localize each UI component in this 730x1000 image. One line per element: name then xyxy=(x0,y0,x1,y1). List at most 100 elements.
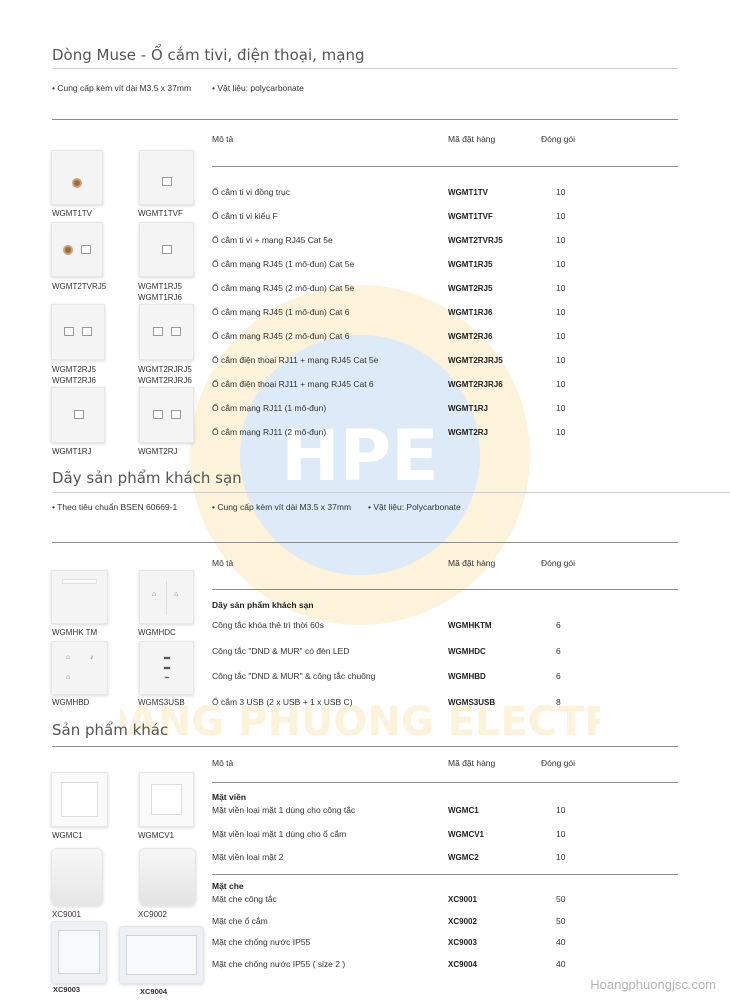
row-description: Ổ cắm mạng RJ11 (2 mô-đun) xyxy=(212,427,327,437)
row-order-code: WGMHDC xyxy=(448,646,486,656)
rj45-socket-icon xyxy=(81,245,91,254)
row-order-code: WGMHBD xyxy=(448,672,486,681)
header-order-code: Mã đặt hàng xyxy=(448,134,496,144)
frame-opening xyxy=(61,782,98,817)
row-description: Ổ cắm mạng RJ45 (2 mô-đun) Cat 6 xyxy=(212,331,350,341)
section-title-other: Sản phẩm khác xyxy=(52,721,169,739)
row-order-code: WGMHKTM xyxy=(448,621,492,630)
header-description: Mô tả xyxy=(212,134,234,144)
row-description: Ổ cắm mạng RJ11 (1 mô-đun) xyxy=(212,403,327,413)
product-image-xc9004 xyxy=(119,926,204,984)
row-description: Ổ cắm điện thoại RJ11 + mạng RJ45 Cat 6 xyxy=(212,379,374,389)
product-image-wgmc1 xyxy=(51,772,108,827)
rj45-socket-icon xyxy=(171,327,181,336)
row-packing: 40 xyxy=(556,937,566,947)
mur-icon: ⌂ xyxy=(174,591,179,598)
row-order-code: WGMT2RJ xyxy=(448,428,488,437)
header-description: Mô tả xyxy=(212,558,234,568)
row-packing: 6 xyxy=(556,620,561,630)
row-order-code: WGMT1RJ5 xyxy=(448,260,493,269)
row-packing: 10 xyxy=(556,805,566,815)
row-packing: 10 xyxy=(556,379,566,389)
header-order-code: Mã đặt hàng xyxy=(448,558,496,568)
row-description: Mặt viền loại mặt 1 dùng cho ổ cắm xyxy=(212,828,347,839)
section-title-hotel: Dãy sản phẩm khách sạn xyxy=(52,469,242,487)
product-caption: WGMHDC xyxy=(138,628,176,637)
row-description: Ổ cắm mạng RJ45 (1 mô-đun) Cat 5e xyxy=(212,259,355,269)
rj45-socket-icon xyxy=(162,245,172,254)
product-caption: WGMS3USB xyxy=(138,698,185,707)
row-packing: 40 xyxy=(556,958,566,969)
row-packing: 6 xyxy=(556,671,561,681)
row-order-code: WGMC2 xyxy=(448,853,479,862)
row-description: Ổ cắm mạng RJ45 (1 mô-đun) Cat 6 xyxy=(212,307,350,317)
coax-socket-icon xyxy=(72,178,82,188)
row-packing: 10 xyxy=(556,283,566,293)
product-image-wgmt1rj5 xyxy=(139,222,194,277)
dnd-icon: ⌂ xyxy=(152,591,157,598)
row-packing: 8 xyxy=(556,696,561,707)
group-rule xyxy=(212,874,678,875)
row-packing: 10 xyxy=(556,187,566,197)
product-image-wgmhdc: ⌂ ⌂ xyxy=(139,570,194,624)
row-description: Công tắc "DND & MUR" & công tắc chuông xyxy=(212,671,376,681)
divider xyxy=(52,68,678,69)
product-image-xc9001 xyxy=(51,848,103,906)
header-description: Mô tả xyxy=(212,758,234,768)
product-caption: WGMT2TVRJ5 xyxy=(52,282,107,291)
note: • Vật liệu: Polycarbonate xyxy=(368,502,461,512)
row-order-code: WGMC1 xyxy=(448,806,479,815)
product-image-wgmt2rjrj5 xyxy=(139,304,194,360)
product-image-wgmt1tv xyxy=(51,150,103,205)
row-description: Công tắc "DND & MUR" có đèn LED xyxy=(212,645,350,656)
row-description: Mặt viền loại mặt 1 dùng cho công tắc xyxy=(212,805,356,815)
row-packing: 10 xyxy=(556,852,566,862)
product-image-wgmt1tvf xyxy=(139,150,194,205)
usb-port-icon xyxy=(163,666,171,670)
coax-socket-icon xyxy=(63,245,73,255)
row-packing: 10 xyxy=(556,259,566,269)
card-slot-icon xyxy=(62,579,97,584)
row-description: Mặt viền loại mặt 2 xyxy=(212,852,284,862)
row-order-code: WGMT2RJRJ6 xyxy=(448,380,503,389)
header-order-code: Mã đặt hàng xyxy=(448,758,496,768)
row-packing: 10 xyxy=(556,307,566,317)
product-image-wgmt1rj xyxy=(51,387,105,443)
frame-opening xyxy=(151,784,182,815)
row-description: Ổ cắm ti vi kiểu F xyxy=(212,211,278,221)
usb-c-port-icon xyxy=(164,676,170,679)
header-rule xyxy=(212,589,678,590)
product-image-xc9003 xyxy=(51,921,107,984)
row-order-code: XC9003 xyxy=(448,938,477,947)
note: • Theo tiêu chuẩn BSEN 60669-1 xyxy=(52,502,178,512)
product-image-wgms3usb xyxy=(139,641,194,695)
product-caption: WGMT2RJ5 xyxy=(52,365,96,374)
rj11-socket-icon xyxy=(171,410,181,419)
product-caption: WGMT1RJ6 xyxy=(138,293,182,302)
header-packing: Đóng gói xyxy=(541,558,576,568)
rj11-socket-icon xyxy=(153,327,163,336)
product-caption: WGMCV1 xyxy=(138,831,174,840)
header-packing: Đóng gói xyxy=(541,758,576,768)
product-image-wgmhktm xyxy=(51,570,108,624)
product-caption: WGMT2RJ xyxy=(138,447,178,456)
row-description: Ổ cắm điện thoại RJ11 + mạng RJ45 Cat 5e xyxy=(212,355,379,365)
row-description: Mặt che chống nước IP55 xyxy=(212,937,311,947)
section-title-muse: Dòng Muse - Ổ cắm tivi, điện thoại, mạng xyxy=(52,46,365,64)
product-caption: WGMT1TV xyxy=(52,209,92,218)
group-heading: Dãy sản phẩm khách sạn xyxy=(212,600,314,610)
product-image-xc9002 xyxy=(139,848,196,906)
table-top-rule xyxy=(52,119,678,120)
header-packing: Đóng gói xyxy=(541,134,576,144)
mur-icon: ⌂ xyxy=(66,674,71,681)
rj11-socket-icon xyxy=(74,410,84,419)
row-description: Mặt che ổ cắm xyxy=(212,915,268,926)
bell-icon: ♪ xyxy=(90,654,94,661)
product-caption: WGMT1TVF xyxy=(138,209,183,218)
product-caption: XC9004 xyxy=(140,987,168,996)
row-order-code: WGMT2RJ5 xyxy=(448,284,493,293)
product-caption: WGMHK TM xyxy=(52,628,98,637)
row-packing: 50 xyxy=(556,915,566,926)
row-description: Mặt che công tắc xyxy=(212,894,277,904)
row-description: Ổ cắm ti vi đồng trục xyxy=(212,187,290,197)
